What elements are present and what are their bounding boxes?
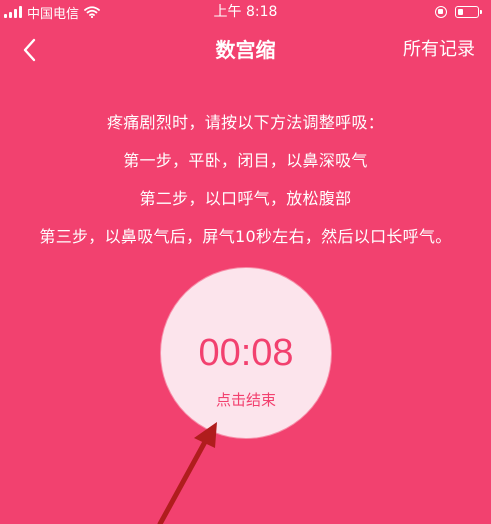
status-right [435,4,482,20]
instruction-step-1: 第一步，平卧，闭目，以鼻深吸气 [123,151,368,170]
breathing-instructions: 疼痛剧烈时，请按以下方法调整呼吸： 第一步，平卧，闭目，以鼻深吸气 第二步，以口… [0,112,491,248]
instructions-intro: 疼痛剧烈时，请按以下方法调整呼吸： [106,113,385,132]
nav-bar: 数宫缩 所有记录 [0,24,491,76]
pointer-arrow-icon [157,422,217,524]
timer-value: 00:08 [198,332,294,374]
instruction-step-3: 第三步，以鼻吸气后，屏气10秒左右，然后以口长呼气。 [39,227,452,246]
status-time: 上午 8:18 [213,4,278,20]
rotation-lock-icon [435,6,447,18]
all-records-link[interactable]: 所有记录 [403,36,475,64]
instruction-step-2: 第二步，以口呼气，放松腹部 [139,189,352,208]
timer-button[interactable]: 00:08 点击结束 [161,268,331,438]
end-timer-label: 点击结束 [215,391,276,409]
status-bar: 中国电信 上午 8:18 [0,0,491,24]
battery-icon [455,6,482,18]
